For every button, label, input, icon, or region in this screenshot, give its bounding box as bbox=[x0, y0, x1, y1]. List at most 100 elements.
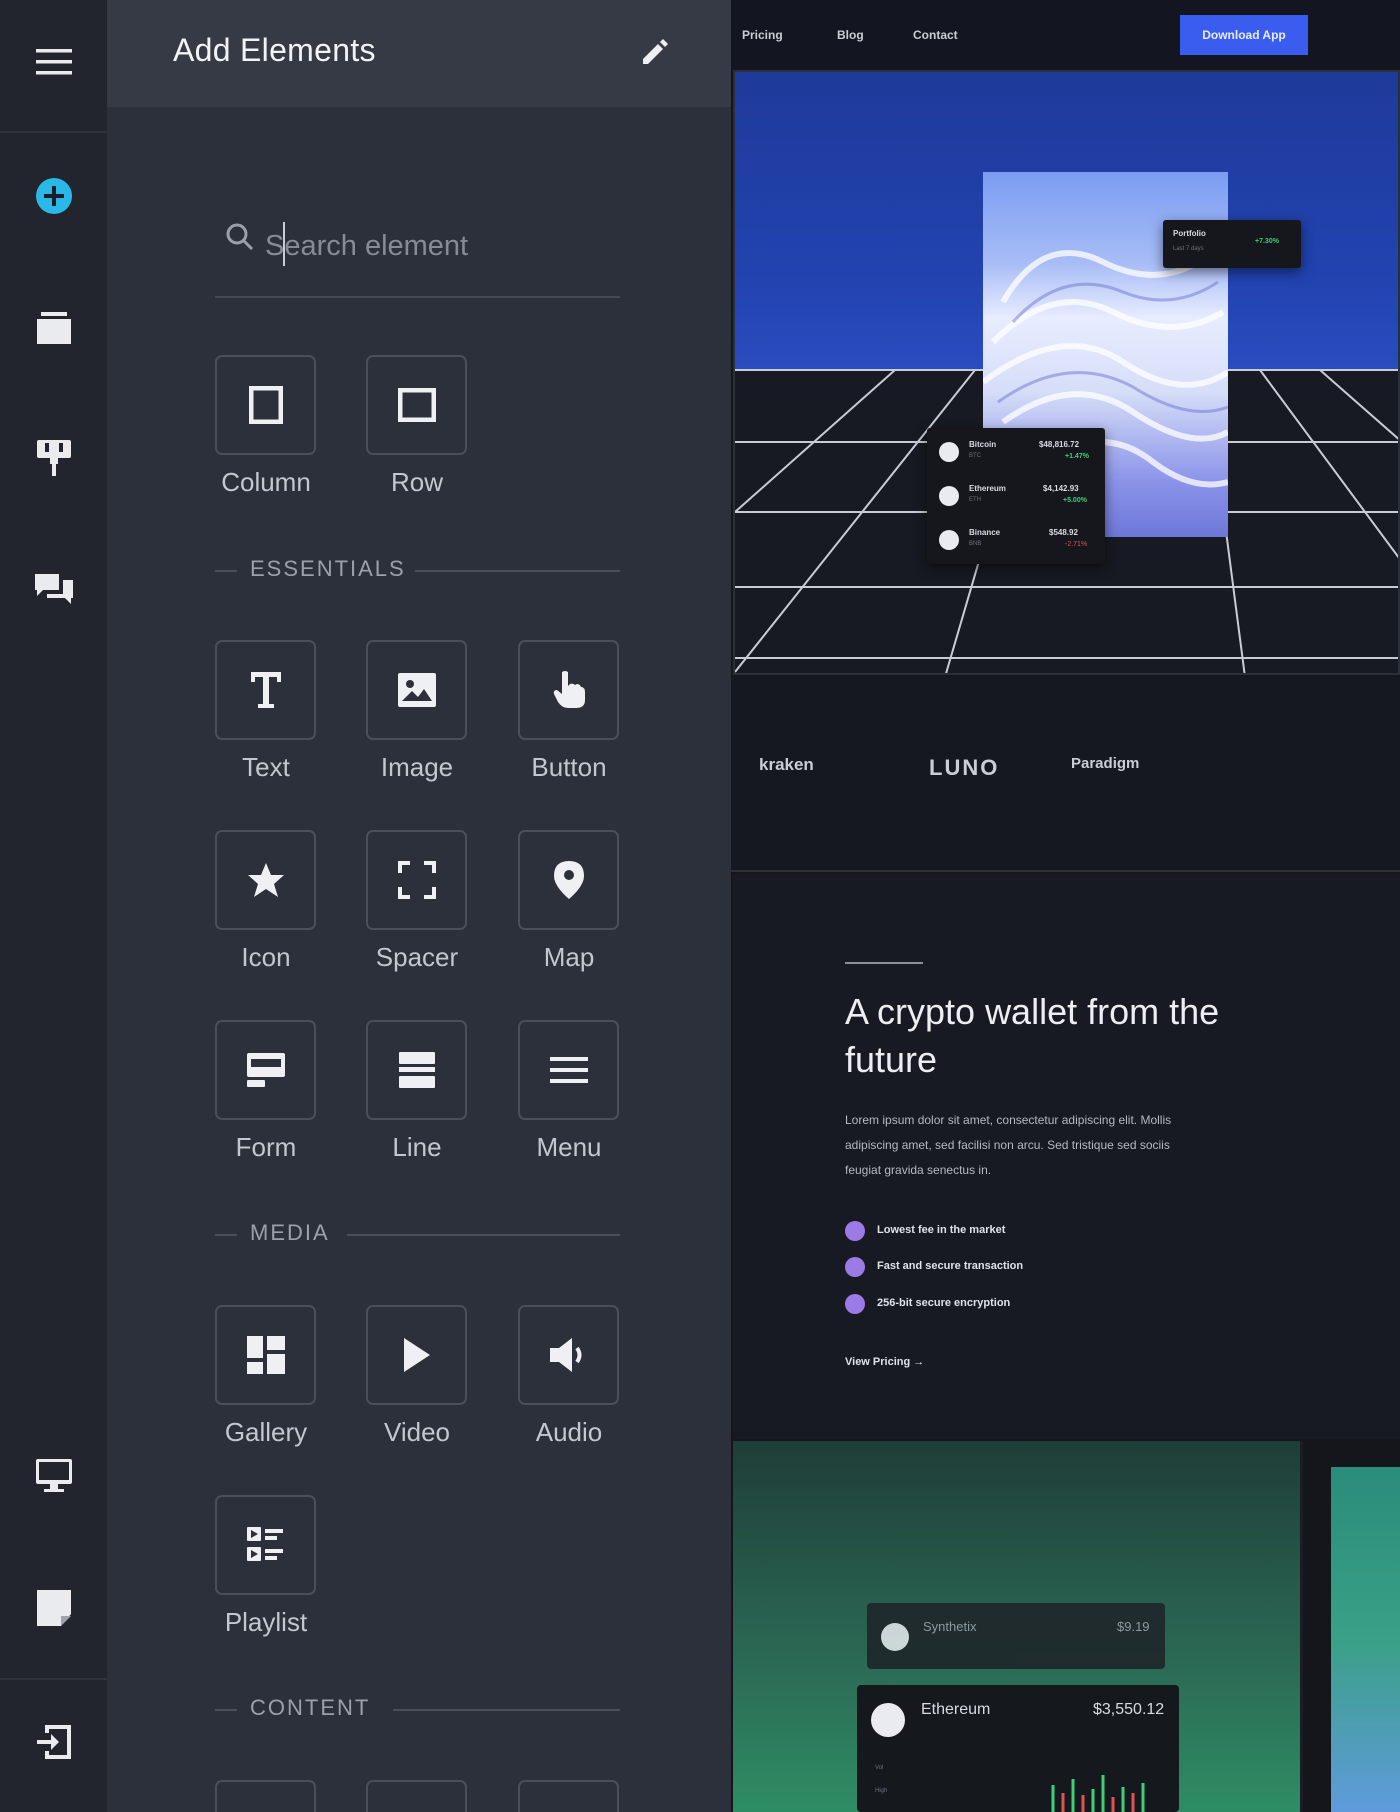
map-label: Map bbox=[543, 942, 595, 972]
notes-button[interactable] bbox=[0, 1558, 107, 1658]
image-tile[interactable] bbox=[366, 640, 467, 740]
paint-roller-button[interactable] bbox=[0, 408, 107, 508]
comments-button[interactable] bbox=[0, 540, 107, 640]
form-icon bbox=[246, 1053, 285, 1087]
video-tile[interactable] bbox=[366, 1305, 467, 1405]
text-icon bbox=[250, 672, 281, 708]
hand-pointer-icon bbox=[553, 671, 585, 708]
coin-name: Bitcoin bbox=[969, 440, 997, 449]
pencil-icon bbox=[643, 39, 668, 64]
portfolio-title: Portfolio bbox=[1173, 229, 1206, 238]
luno-logo: LUNO bbox=[929, 755, 1000, 780]
ticker-price: $9.19 bbox=[1117, 1619, 1150, 1634]
synthetix-card: Synthetix $9.19 bbox=[867, 1603, 1165, 1669]
menu-tile[interactable] bbox=[518, 1020, 619, 1120]
ethereum-card: Ethereum $3,550.12 Vol High bbox=[857, 1685, 1179, 1812]
column-tile[interactable] bbox=[215, 355, 316, 455]
site-preview-canvas[interactable]: Pricing Blog Contact Download App Portfo… bbox=[731, 0, 1400, 1812]
essentials-section-header: ESSENTIALS bbox=[215, 556, 620, 586]
candlestick-chart bbox=[1051, 1775, 1145, 1812]
content-label: CONTENT bbox=[250, 1695, 371, 1720]
icon-label: Icon bbox=[241, 942, 291, 972]
check-icon bbox=[845, 1221, 865, 1241]
synthetix-icon bbox=[881, 1623, 909, 1651]
desktop-preview-icon bbox=[35, 1459, 72, 1492]
hamburger-menu-icon bbox=[35, 49, 72, 75]
video-label: Video bbox=[383, 1417, 451, 1447]
playlist-tile[interactable] bbox=[215, 1495, 316, 1595]
row-icon bbox=[397, 388, 436, 422]
green-panel: Synthetix $9.19 Ethereum $3,550.12 Vol H… bbox=[733, 1441, 1303, 1812]
text-label: Text bbox=[242, 752, 290, 782]
hamburger-menu-button[interactable] bbox=[0, 12, 107, 112]
feature-section[interactable]: A crypto wallet from the future Lorem ip… bbox=[733, 874, 1400, 1439]
line-icon bbox=[398, 1052, 435, 1088]
media-section-header: MEDIA bbox=[215, 1220, 620, 1250]
form-tile[interactable] bbox=[215, 1020, 316, 1120]
rail-divider bbox=[0, 131, 107, 133]
pages-icon bbox=[36, 312, 71, 344]
spacer-tile[interactable] bbox=[366, 830, 467, 930]
nav-link-contact[interactable]: Contact bbox=[913, 28, 958, 42]
desktop-preview-button[interactable] bbox=[0, 1426, 107, 1526]
form-label: Form bbox=[235, 1132, 297, 1162]
menu-icon bbox=[549, 1057, 588, 1083]
content-tile[interactable] bbox=[518, 1780, 619, 1812]
button-tile[interactable] bbox=[518, 640, 619, 740]
coin-ticker: ETH bbox=[969, 497, 981, 503]
check-icon bbox=[845, 1257, 865, 1277]
audio-tile[interactable] bbox=[518, 1305, 619, 1405]
coin-price: $4,142.93 bbox=[1043, 484, 1079, 493]
row-tile[interactable] bbox=[366, 355, 467, 455]
exit-button[interactable] bbox=[0, 1692, 107, 1792]
portfolio-change: +7.30% bbox=[1255, 238, 1279, 245]
ticker-high-label: High bbox=[875, 1788, 888, 1794]
sticky-note-icon bbox=[36, 1590, 71, 1626]
divider bbox=[393, 1709, 620, 1711]
star-icon bbox=[247, 863, 284, 897]
button-label: Button bbox=[531, 752, 607, 782]
edit-button[interactable] bbox=[633, 30, 677, 74]
search-input[interactable] bbox=[265, 224, 605, 268]
kraken-logo: kraken bbox=[759, 755, 814, 774]
map-tile[interactable] bbox=[518, 830, 619, 930]
playlist-icon bbox=[246, 1527, 283, 1561]
gallery-label: Gallery bbox=[224, 1417, 308, 1447]
add-elements-panel: Add Elements Column Row ESSENTIALS bbox=[107, 0, 731, 1812]
comments-icon bbox=[34, 574, 73, 604]
hero-section[interactable]: Portfolio Last 7 days +7.30% Bitcoin BTC… bbox=[733, 70, 1400, 675]
divider bbox=[215, 1709, 237, 1711]
ticker-section: Synthetix $9.19 Ethereum $3,550.12 Vol H… bbox=[733, 1441, 1400, 1812]
partner-logos: kraken LUNO Paradigm bbox=[731, 677, 1400, 872]
coin-change: -2.71% bbox=[1065, 541, 1088, 548]
coin-change: +5.00% bbox=[1063, 497, 1087, 504]
ticker-price: $3,550.12 bbox=[1093, 1701, 1165, 1718]
image-icon bbox=[397, 673, 436, 707]
ticker-name: Ethereum bbox=[921, 1701, 991, 1718]
nav-link-blog[interactable]: Blog bbox=[837, 28, 864, 42]
ethereum-icon bbox=[871, 1703, 905, 1737]
paradigm-logo: Paradigm bbox=[1071, 755, 1140, 772]
icon-tile[interactable] bbox=[215, 830, 316, 930]
content-tile[interactable] bbox=[215, 1780, 316, 1812]
download-app-button[interactable]: Download App bbox=[1180, 15, 1308, 55]
nav-link-pricing[interactable]: Pricing bbox=[742, 28, 783, 42]
coin-name: Ethereum bbox=[969, 484, 1006, 493]
portfolio-card: Portfolio Last 7 days +7.30% bbox=[1163, 220, 1301, 268]
text-tile[interactable] bbox=[215, 640, 316, 740]
coin-ticker: BTC bbox=[969, 453, 981, 459]
content-tile[interactable] bbox=[366, 1780, 467, 1812]
add-element-button[interactable] bbox=[0, 146, 107, 246]
pages-button[interactable] bbox=[0, 278, 107, 378]
bitcoin-icon bbox=[939, 442, 959, 462]
rail-divider-bottom bbox=[0, 1678, 107, 1680]
gallery-tile[interactable] bbox=[215, 1305, 316, 1405]
ticker-vol-label: Vol bbox=[875, 1765, 884, 1771]
view-pricing-link[interactable]: View Pricing → bbox=[845, 1356, 924, 1368]
image-label: Image bbox=[380, 752, 454, 782]
ethereum-icon bbox=[939, 486, 959, 506]
feature-title: A crypto wallet from the future bbox=[845, 991, 1220, 1080]
column-label: Column bbox=[221, 467, 311, 497]
content-section-header: CONTENT bbox=[215, 1695, 620, 1725]
line-tile[interactable] bbox=[366, 1020, 467, 1120]
